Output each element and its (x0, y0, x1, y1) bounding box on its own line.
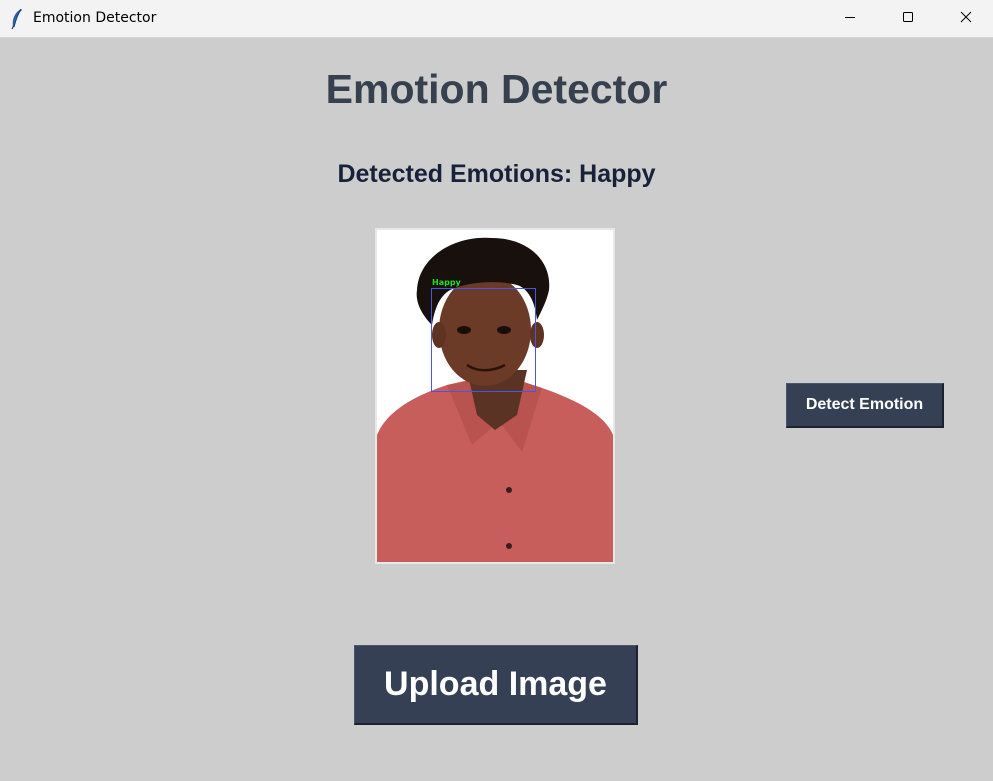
minimize-button[interactable] (821, 0, 879, 37)
maximize-button[interactable] (879, 0, 937, 37)
page-title: Emotion Detector (325, 66, 668, 112)
face-bounding-box (431, 288, 536, 392)
feather-icon (9, 8, 25, 30)
window-title: Emotion Detector (33, 10, 157, 26)
title-bar: Emotion Detector (0, 0, 993, 38)
person-photo (377, 230, 613, 562)
uploaded-photo: Happy (375, 228, 615, 564)
face-emotion-tag: Happy (432, 278, 461, 287)
close-icon (960, 10, 972, 28)
upload-image-button[interactable]: Upload Image (354, 645, 638, 725)
minimize-icon (844, 10, 856, 28)
detect-emotion-button[interactable]: Detect Emotion (786, 383, 944, 428)
detected-emotions-label: Detected Emotions: Happy (337, 160, 656, 188)
app-window: Emotion Detector Emotion Detector Detect… (0, 0, 993, 781)
close-button[interactable] (937, 0, 993, 37)
maximize-icon (902, 10, 914, 28)
